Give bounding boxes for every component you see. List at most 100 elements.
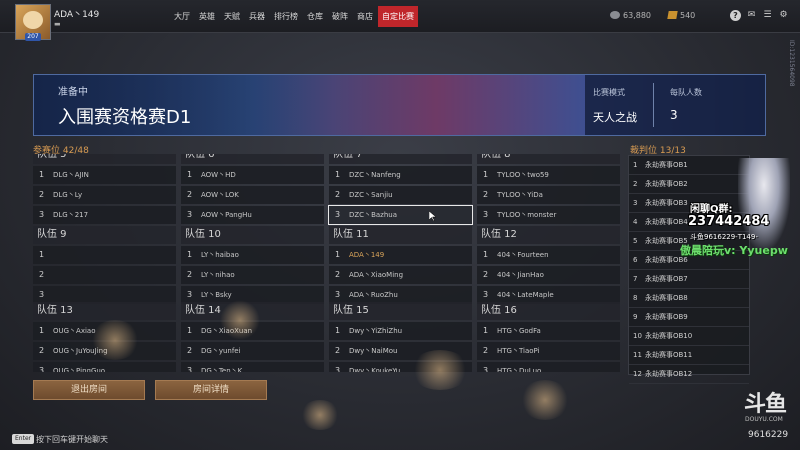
- referee-number: 3: [633, 199, 638, 207]
- referee-row[interactable]: 9 永劫赛事OB9: [629, 308, 749, 327]
- referee-row[interactable]: 11 永劫赛事OB11: [629, 346, 749, 365]
- team-card: 队伍 9123: [33, 226, 176, 304]
- team-slot[interactable]: 1 ADA丶149: [329, 246, 472, 264]
- mail-icon[interactable]: ✉: [746, 10, 757, 21]
- slot-number: 3: [483, 366, 489, 372]
- slot-player-name: DLG丶217: [53, 211, 89, 219]
- team-card: 队伍 7 1 DZC丶Nanfeng 2 DZC丶Sanjiu 3 DZC丶Bazhua: [328, 154, 473, 225]
- team-card: 队伍 16 1 HTG丶GodFa 2 HTG丶TiaoPi 3 HTG丶DuLuo: [477, 302, 620, 372]
- team-slot[interactable]: 3 DLG丶217: [33, 206, 176, 224]
- gem-amount: 540: [680, 11, 696, 20]
- slot-player-name: AOW丶LOK: [201, 191, 239, 199]
- team-title: 队伍 15: [329, 302, 472, 320]
- mouse-cursor-icon: [428, 210, 437, 222]
- slot-number: 2: [187, 346, 193, 355]
- team-title: 队伍 9: [33, 226, 176, 244]
- team-slot[interactable]: 2 LY丶nihao: [181, 266, 324, 284]
- team-slot[interactable]: 1: [33, 246, 176, 264]
- menu-icon[interactable]: ☰: [762, 10, 773, 21]
- referee-list[interactable]: 1 永劫赛事OB1 2 永劫赛事OB2 3 永劫赛事OB3 4 永劫赛事OB4 5 永劫赛事OB5…: [628, 155, 750, 384]
- team-slot[interactable]: 2 404丶JianHao: [477, 266, 620, 284]
- side-id-text: ID:1231564098: [788, 40, 795, 87]
- slot-player-name: LY丶nihao: [201, 271, 235, 279]
- team-slot[interactable]: 3 AOW丶PangHu: [181, 206, 324, 224]
- team-slot[interactable]: 1 HTG丶GodFa: [477, 322, 620, 340]
- team-slot[interactable]: 1 DLG丶AJIN: [33, 166, 176, 184]
- referee-number: 12: [633, 370, 642, 378]
- team-slot[interactable]: 1 Dwy丶YiZhiZhu: [329, 322, 472, 340]
- slot-player-name: Dwy丶YiZhiZhu: [349, 327, 403, 335]
- per-team-label: 每队人数: [670, 88, 702, 97]
- team-slot[interactable]: 1 LY丶haibao: [181, 246, 324, 264]
- nav-item[interactable]: 仓库: [303, 6, 327, 27]
- nav-item[interactable]: 兵器: [245, 6, 269, 27]
- slot-number: 2: [335, 346, 341, 355]
- promo-text: 傲晨陪玩v: Yyuepw: [680, 244, 788, 257]
- slot-number: 2: [483, 270, 489, 279]
- referee-name: 永劫赛事OB3: [645, 199, 688, 207]
- referee-row[interactable]: 7 永劫赛事OB7: [629, 270, 749, 289]
- team-slot[interactable]: 3 OUG丶PingGuo: [33, 362, 176, 372]
- referee-row[interactable]: 2 永劫赛事OB2: [629, 175, 749, 194]
- team-slot[interactable]: 2: [33, 266, 176, 284]
- team-title: 队伍 10: [181, 226, 324, 244]
- coin-amount: 63,880: [623, 11, 651, 20]
- nav-item[interactable]: 天赋: [220, 6, 244, 27]
- leave-room-button[interactable]: 退出房间: [33, 380, 145, 400]
- referee-row[interactable]: 8 永劫赛事OB8: [629, 289, 749, 308]
- referee-row[interactable]: 12 永劫赛事OB12: [629, 365, 749, 384]
- team-slot[interactable]: 3 DG丶Ten丶K: [181, 362, 324, 372]
- douyu-brand: DOUYU.COM: [745, 416, 783, 423]
- referee-name: 永劫赛事OB11: [645, 351, 693, 359]
- slot-number: 2: [483, 190, 489, 199]
- slot-number: 3: [335, 366, 341, 372]
- team-slot[interactable]: 2 DG丶yunfei: [181, 342, 324, 360]
- referee-number: 7: [633, 275, 638, 283]
- slot-player-name: TYLOO丶two59: [497, 171, 549, 179]
- nav-item[interactable]: 英雄: [195, 6, 219, 27]
- referee-number: 6: [633, 256, 638, 264]
- slot-player-name: DZC丶Bazhua: [349, 211, 398, 219]
- slot-number: 1: [187, 326, 193, 335]
- settings-icon[interactable]: ⚙: [778, 10, 789, 21]
- team-slot[interactable]: 1 AOW丶HD: [181, 166, 324, 184]
- referee-row[interactable]: 10 永劫赛事OB10: [629, 327, 749, 346]
- slot-number: 1: [335, 250, 341, 259]
- enter-key-hint: Enter: [12, 434, 35, 444]
- team-slot[interactable]: 2 ADA丶XiaoMing: [329, 266, 472, 284]
- team-slot[interactable]: 2 HTG丶TiaoPi: [477, 342, 620, 360]
- team-slot[interactable]: 2 TYLOO丶YiDa: [477, 186, 620, 204]
- level-badge: 207: [25, 33, 41, 41]
- referee-name: 永劫赛事OB2: [645, 180, 688, 188]
- nav-item[interactable]: 大厅: [170, 6, 194, 27]
- team-slot[interactable]: 3 TYLOO丶monster: [477, 206, 620, 224]
- referee-row[interactable]: 1 永劫赛事OB1: [629, 156, 749, 175]
- slot-player-name: DLG丶Ly: [53, 191, 83, 199]
- slot-player-name: AOW丶PangHu: [201, 211, 252, 219]
- team-slot[interactable]: 3 HTG丶DuLuo: [477, 362, 620, 372]
- douyu-watermark-id: 斗鱼9616229-T149-: [690, 233, 758, 241]
- team-slot[interactable]: 1 DZC丶Nanfeng: [329, 166, 472, 184]
- qq-group-label: 闲聊Q群:: [690, 204, 733, 215]
- nav-item[interactable]: 破阵: [328, 6, 352, 27]
- team-slot[interactable]: 2 AOW丶LOK: [181, 186, 324, 204]
- slot-number: 3: [187, 210, 193, 219]
- team-slot[interactable]: 2 DLG丶Ly: [33, 186, 176, 204]
- team-slot[interactable]: 1 404丶Fourteen: [477, 246, 620, 264]
- match-status: 准备中: [58, 87, 88, 98]
- help-icon[interactable]: ?: [730, 10, 741, 21]
- slot-player-name: OUG丶PingGuo: [53, 367, 106, 372]
- slot-number: 3: [39, 366, 45, 372]
- nav-item[interactable]: 自定比赛: [378, 6, 418, 27]
- nav-item[interactable]: 排行榜: [270, 6, 302, 27]
- team-card: 队伍 6 1 AOW丶HD 2 AOW丶LOK 3 AOW丶PangHu: [181, 154, 324, 224]
- team-slot[interactable]: 1 TYLOO丶two59: [477, 166, 620, 184]
- team-slot[interactable]: 2 DZC丶Sanjiu: [329, 186, 472, 204]
- team-slot[interactable]: 3 DZC丶Bazhua: [328, 205, 473, 225]
- slot-player-name: DZC丶Nanfeng: [349, 171, 401, 179]
- nav-item[interactable]: 商店: [353, 6, 377, 27]
- mode-label: 比赛模式: [593, 88, 625, 97]
- room-details-button[interactable]: 房间详情: [155, 380, 267, 400]
- chat-bubble-icon: ▬: [54, 20, 61, 28]
- referee-name: 永劫赛事OB9: [645, 313, 688, 321]
